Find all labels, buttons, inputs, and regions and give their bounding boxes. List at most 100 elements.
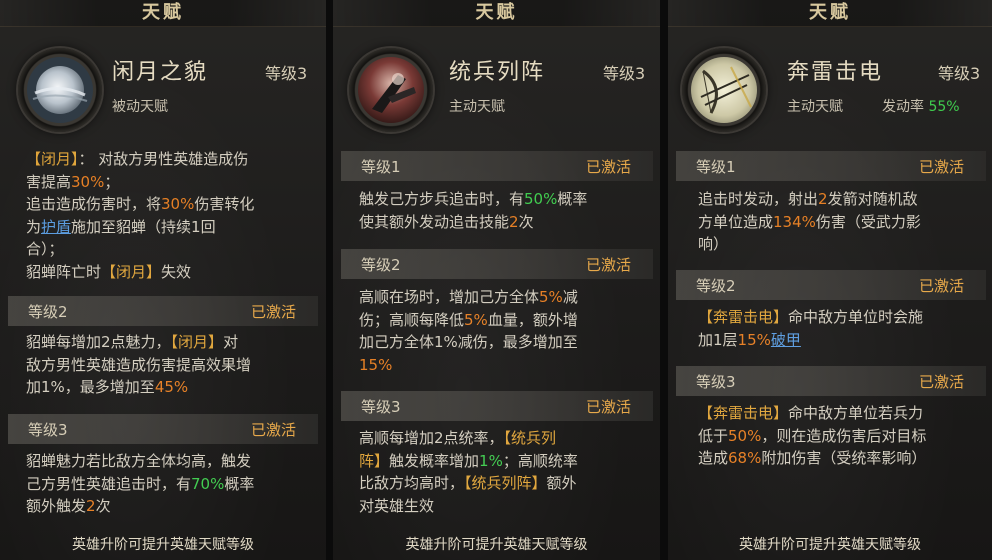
- text-segment: 【闭月】: [170, 333, 224, 351]
- trigger-rate-value: 55%: [928, 99, 960, 115]
- level-label: 等级1: [696, 158, 736, 176]
- text-segment: 15%: [359, 355, 393, 374]
- skill-level: 等级3: [603, 64, 646, 83]
- level-description: 追击时发动，射出2发箭对随机敌 方单位造成134%伤害（受武力影 响）: [698, 188, 988, 256]
- text-segment: 加1层: [698, 330, 738, 349]
- text-segment: 50%: [728, 426, 762, 445]
- level-bar-2: 等级2 已激活: [8, 296, 318, 326]
- level-label: 等级2: [361, 256, 401, 274]
- text-segment: 追击时发动，射出: [698, 190, 819, 208]
- skill-type: 被动天赋: [112, 99, 168, 115]
- skill-icon-frame[interactable]: [349, 48, 433, 132]
- trigger-rate: 发动率 55%: [882, 96, 960, 116]
- text-line: 低于50%，则在造成伤害后对目标: [698, 425, 988, 448]
- level-bar-1: 等级1 已激活: [676, 151, 986, 181]
- text-segment: 68%: [728, 449, 762, 467]
- text-segment: 追击造成伤害时，将: [26, 195, 162, 213]
- text-line: 【闭月】： 对敌方男性英雄造成伤: [26, 148, 316, 171]
- text-segment: 血量，额外增: [487, 310, 578, 329]
- text-segment: 15%: [737, 330, 771, 349]
- text-line: 伤；高顺每降低5%血量，额外增: [359, 309, 651, 332]
- keyword-link[interactable]: 护盾: [41, 218, 71, 236]
- text-segment: 对英雄生效: [359, 496, 435, 515]
- footer-hint: 英雄升阶可提升英雄天赋等级: [739, 537, 921, 553]
- level-status: 已激活: [585, 398, 631, 416]
- text-segment: 5%: [464, 310, 488, 329]
- text-segment: 高顺每增加2点统率，: [359, 429, 504, 447]
- text-line: 造成68%附加伤害（受统率影响）: [698, 447, 988, 470]
- text-segment: 发箭对随机敌: [827, 190, 918, 208]
- text-line: 【奔雷击电】命中敌方单位若兵力: [698, 402, 988, 425]
- text-line: 貂蝉阵亡时【闭月】失效: [26, 261, 316, 284]
- level-label: 等级2: [28, 303, 68, 321]
- level-description: 【奔雷击电】命中敌方单位若兵力 低于50%，则在造成伤害后对目标 造成68%附加伤害…: [698, 402, 988, 470]
- text-segment: 貂蝉阵亡时: [26, 262, 102, 281]
- level-description: 高顺每增加2点统率，【统兵列 阵】触发概率增加1%；高顺统率 比敌方均高时，【统兵列…: [359, 427, 651, 517]
- panel-title: 天赋: [475, 2, 518, 23]
- level-description: 触发己方步兵追击时，有50%概率 使其额外发动追击技能2次: [359, 188, 651, 233]
- text-segment: 134%: [773, 212, 816, 231]
- level-label: 等级3: [361, 398, 401, 416]
- text-segment: 次: [518, 212, 534, 231]
- text-line: 15%: [359, 354, 651, 377]
- text-segment: ，则在造成伤害后对目标: [761, 426, 927, 445]
- text-segment: ；: [104, 172, 120, 191]
- text-segment: 使其额外发动追击技能: [359, 212, 510, 231]
- text-segment: 比敌方均高时，: [359, 474, 465, 492]
- level-bar-2: 等级2 已激活: [341, 249, 653, 279]
- text-line: 【奔雷击电】命中敌方单位时会施: [698, 306, 988, 329]
- level-description: 【奔雷击电】命中敌方单位时会施 加1层15%破甲: [698, 306, 988, 351]
- text-segment: 减: [562, 288, 578, 306]
- trigger-rate-label: 发动率: [882, 99, 924, 115]
- text-segment: 【闭月】: [26, 150, 79, 168]
- text-segment: 施加至貂蝉（持续1回: [71, 217, 216, 236]
- panel-header: 天赋: [333, 0, 660, 27]
- footer-hint: 英雄升阶可提升英雄天赋等级: [72, 537, 254, 553]
- level-bar-3: 等级3 已激活: [341, 391, 653, 421]
- text-segment: 2: [818, 190, 828, 208]
- level-label: 等级2: [696, 277, 736, 295]
- text-segment: 触发己方步兵追击时，有: [359, 190, 525, 208]
- text-line: 敌方男性英雄造成伤害提高效果增: [26, 354, 316, 377]
- text-segment: 2: [86, 497, 96, 515]
- skill-icon-frame[interactable]: [18, 48, 102, 132]
- text-segment: 1%: [479, 451, 503, 470]
- skill-icon-frame[interactable]: [682, 48, 766, 132]
- text-segment: 触发概率增加: [389, 451, 480, 470]
- text-segment: 害提高: [26, 172, 72, 191]
- level-label: 等级3: [696, 373, 736, 391]
- skill-name: 奔雷击电: [787, 60, 884, 85]
- text-line: 貂蝉魅力若比敌方全体均高，触发: [26, 450, 316, 473]
- text-segment: 为: [26, 217, 42, 236]
- level-status: 已激活: [585, 256, 631, 274]
- level-bar-2: 等级2 已激活: [676, 270, 986, 300]
- text-segment: 5%: [539, 288, 563, 306]
- skill-level: 等级3: [265, 64, 308, 83]
- panel-title: 天赋: [142, 2, 184, 23]
- level-description: 高顺在场时，增加己方全体5%减 伤；高顺每降低5%血量，额外增 加己方全体1%减伤，…: [359, 286, 651, 376]
- panel-header: 天赋: [0, 0, 326, 27]
- text-segment: 命中敌方单位时会施: [788, 308, 924, 326]
- text-segment: 70%: [191, 474, 225, 493]
- text-segment: 附加伤害（受统率影响）: [761, 449, 927, 467]
- text-segment: 额外触发: [26, 497, 87, 515]
- keyword-link[interactable]: 破甲: [771, 331, 801, 349]
- level-status: 已激活: [918, 277, 964, 295]
- text-line: 追击时发动，射出2发箭对随机敌: [698, 188, 988, 211]
- text-segment: 貂蝉魅力若比敌方全体均高，触发: [26, 452, 252, 470]
- level-bar-3: 等级3 已激活: [8, 414, 318, 444]
- footer-hint: 英雄升阶可提升英雄天赋等级: [405, 537, 588, 553]
- text-line: 己方男性英雄追击时，有70%概率: [26, 473, 316, 496]
- text-line: 追击造成伤害时，将30%伤害转化: [26, 193, 316, 216]
- skill-name: 统兵列阵: [449, 60, 546, 85]
- text-segment: 【奔雷击电】: [698, 308, 789, 326]
- panel-title: 天赋: [809, 2, 851, 23]
- skill-type: 主动天赋: [787, 99, 843, 115]
- text-line: 高顺在场时，增加己方全体5%减: [359, 286, 651, 309]
- text-segment: 敌方男性英雄造成伤害提高效果增: [26, 355, 252, 374]
- panel-header: 天赋: [668, 0, 992, 27]
- text-segment: 响）: [698, 235, 729, 253]
- skill-description: 【闭月】： 对敌方男性英雄造成伤 害提高30%； 追击造成伤害时，将30%伤害转化为…: [26, 148, 316, 283]
- skill-name: 闲月之貌: [112, 60, 209, 85]
- text-line: 合）；: [26, 238, 316, 261]
